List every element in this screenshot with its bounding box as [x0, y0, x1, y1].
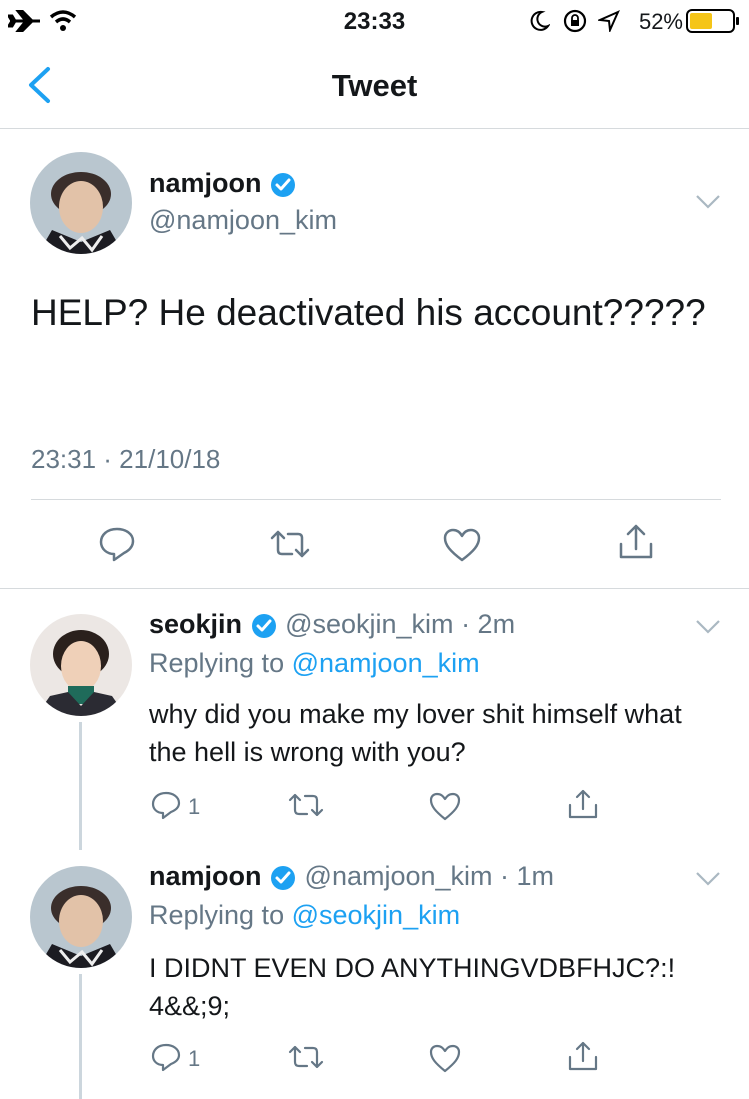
- reply-author-handle: @namjoon_kim: [304, 861, 493, 891]
- reply-text: I DIDNT EVEN DO ANYTHINGVDBFHJC?:! 4&&;9…: [149, 953, 676, 1021]
- battery-icon: [686, 9, 739, 33]
- battery-percent: 52%: [638, 9, 683, 34]
- location-icon: [598, 10, 620, 32]
- like-icon[interactable]: [428, 1043, 462, 1073]
- reply-age: · 2m: [461, 609, 516, 639]
- share-icon[interactable]: [566, 787, 600, 821]
- rotation-lock-icon: [563, 9, 587, 33]
- verified-badge-icon: [251, 613, 276, 638]
- thread-line: [79, 974, 82, 1099]
- avatar[interactable]: [30, 866, 132, 968]
- thread-line: [79, 722, 82, 850]
- reply-author-handle: @seokjin_kim: [285, 609, 454, 639]
- author-handle[interactable]: @namjoon_kim: [149, 205, 337, 236]
- divider: [31, 499, 721, 500]
- share-icon[interactable]: [566, 1039, 600, 1073]
- chevron-down-icon[interactable]: [695, 194, 721, 210]
- replying-to: Replying to @namjoon_kim: [149, 648, 480, 679]
- avatar-image: [30, 152, 132, 254]
- retweet-icon[interactable]: [287, 1043, 325, 1071]
- verified-badge-icon: [271, 172, 296, 197]
- status-time: 23:33: [343, 8, 406, 35]
- replying-to: Replying to @seokjin_kim: [149, 900, 460, 931]
- tweet-timestamp: 23:31 · 21/10/18: [31, 444, 221, 474]
- replying-to-link[interactable]: @seokjin_kim: [292, 900, 460, 930]
- replying-prefix: Replying to: [149, 900, 285, 930]
- reply-icon[interactable]: [150, 790, 182, 820]
- reply-age: · 1m: [500, 861, 555, 891]
- retweet-icon[interactable]: [268, 528, 312, 560]
- author-name-row[interactable]: namjoon: [149, 168, 297, 199]
- share-icon[interactable]: [616, 522, 656, 562]
- avatar[interactable]: [30, 614, 132, 716]
- page-title: Tweet: [331, 68, 418, 103]
- like-icon[interactable]: [428, 791, 462, 821]
- reply-count: 1: [188, 794, 201, 819]
- reply-author-name: namjoon: [149, 861, 262, 891]
- reply-icon[interactable]: [98, 526, 136, 562]
- reply-count: 1: [188, 1046, 201, 1071]
- nav-bar: Tweet: [0, 42, 749, 129]
- avatar-image: [30, 866, 132, 968]
- avatar[interactable]: [30, 152, 132, 254]
- divider: [0, 588, 749, 589]
- replying-prefix: Replying to: [149, 648, 285, 678]
- reply-author-name: seokjin: [149, 609, 243, 639]
- chevron-down-icon[interactable]: [695, 871, 721, 887]
- like-icon[interactable]: [442, 527, 482, 563]
- tweet-text: HELP? He deactivated his account?????: [31, 292, 706, 333]
- replying-to-link[interactable]: @namjoon_kim: [292, 648, 480, 678]
- verified-badge-icon: [271, 865, 296, 890]
- reply-header[interactable]: seokjin @seokjin_kim · 2m: [149, 609, 515, 640]
- avatar-image: [30, 614, 132, 716]
- reply-icon[interactable]: [150, 1042, 182, 1072]
- author-name: namjoon: [149, 168, 262, 198]
- reply-header[interactable]: namjoon @namjoon_kim · 1m: [149, 861, 554, 892]
- retweet-icon[interactable]: [287, 791, 325, 819]
- moon-icon: [530, 10, 550, 31]
- chevron-down-icon[interactable]: [695, 619, 721, 635]
- status-bar: 23:33 52%: [0, 0, 749, 42]
- reply-text: why did you make my lover shit himself w…: [149, 699, 682, 767]
